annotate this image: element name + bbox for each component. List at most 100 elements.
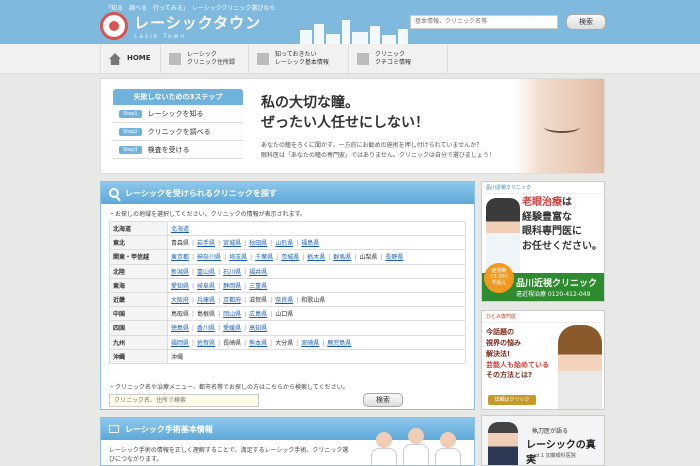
region-row: 北海道 北海道 [109,220,466,237]
separator: | [296,297,299,305]
nav-clinic-directory[interactable]: レーシック クリニック住所録 [160,44,248,74]
prefecture-link[interactable]: 東京都 [171,254,189,261]
clinic-search-button[interactable]: 検索 [363,393,403,407]
clinic-finder-panel: レーシックを受けられるクリニックを探す ・お探しの地域を選択してください。クリニ… [100,181,475,410]
prefecture-link[interactable]: 岩手県 [197,240,215,247]
separator: | [192,311,195,319]
prefecture-label: 和歌山県 [301,297,326,305]
site-tagline: 「知る 調べる 行ってみる」 レーシッククリニック選びなら [105,5,276,12]
shinagawa-clinic-ad[interactable]: 品川近視クリニック 老眼治療は 経験豊富な 眼科専門医に お任せください。 品川… [481,181,605,302]
prefecture-link[interactable]: 愛知県 [171,283,189,290]
prefecture-link[interactable]: 群馬県 [333,254,351,261]
prefecture-link[interactable]: 長野県 [385,254,403,261]
ad3-volume: vol.1 加藤眼科医院 [532,453,576,459]
prefecture-link[interactable]: 千葉県 [255,254,273,261]
prefecture-link[interactable]: 京都府 [223,297,241,304]
region-prefectures: 福岡県 | 佐賀県 | 長崎県 | 熊本県 | 大分県 | 宮崎県 | 鹿児島県 [167,334,466,350]
nav-home[interactable]: HOME [100,44,160,74]
region-prefectures: 大阪府 | 兵庫県 | 京都府 | 滋賀県 | 奈良県 | 和歌山県 [167,291,466,308]
ad1-line4: お任せください。 [522,240,602,252]
prefecture-link[interactable]: 静岡県 [223,283,241,290]
separator: | [192,297,195,305]
prefecture-link[interactable]: 大阪府 [171,297,189,304]
clinic-search-input[interactable] [109,394,259,407]
prefecture-link[interactable]: 石川県 [223,269,241,276]
woman-photo [558,325,602,409]
prefecture-label: 青森県 [171,240,190,248]
region-row: 関東・甲信越 東京都 | 神奈川県 | 埼玉県 | 千葉県 | 茨城県 | 栃木県 | 群馬県 | 山梨県 | 長… [109,249,466,265]
prefecture-link[interactable]: 山形県 [275,240,293,247]
nav-reviews[interactable]: クリニック クチコミ情報 [348,44,448,74]
prefecture-link[interactable]: 三重県 [249,283,267,290]
prefecture-link[interactable]: 岐阜県 [197,283,215,290]
separator: | [244,325,247,333]
header-search-button[interactable]: 検索 [566,14,606,30]
step-3[interactable]: Step3 検査を受ける [113,141,243,159]
separator: | [218,311,221,319]
nav-basic-info[interactable]: 知っておきたい レーシック基本情報 [248,44,348,74]
ad1-phone: 遠近視治療 0120-412-049 [516,291,591,298]
prefecture-link[interactable]: 栃木県 [307,254,325,261]
step-2[interactable]: Step2 クリニックを調べる [113,123,243,141]
prefecture-link[interactable]: 奈良県 [275,297,293,304]
region-name: 北海道 [109,220,168,237]
prefecture-link[interactable]: 岡山県 [223,311,241,318]
prefecture-link[interactable]: 香川県 [197,325,215,332]
region-row: 四国 徳島県 | 香川県 | 愛媛県 | 高知県 [109,320,466,336]
prefecture-link[interactable]: 高知県 [249,325,267,332]
prefecture-label: 沖縄 [171,353,184,361]
region-row: 沖縄 沖縄 [109,348,466,364]
prefecture-link[interactable]: 鹿児島県 [327,340,351,347]
separator: | [192,240,195,248]
prefecture-link[interactable]: 埼玉県 [229,254,247,261]
search-icon [109,188,119,198]
prefecture-link[interactable]: 福島県 [301,240,319,247]
prefecture-link[interactable]: 神奈川県 [197,254,221,261]
region-name: 中国 [109,306,168,322]
region-prefectures: 沖縄 [167,348,466,364]
prefecture-link[interactable]: 新潟県 [171,269,189,276]
ad2-detail-button[interactable]: 詳細はクリック [488,395,536,405]
ad1-cases-badge: 症例数 13,000 件超え [484,263,514,293]
prefecture-link[interactable]: 富山県 [197,269,215,276]
prefecture-link[interactable]: 福井県 [249,269,267,276]
ad1-line1: 老眼治療 [522,197,562,208]
prefecture-link[interactable]: 愛媛県 [223,325,241,332]
prefecture-link[interactable]: 兵庫県 [197,297,215,304]
eye-store-ad[interactable]: ひとみ専門店 今話題の 視界の悩み 解決法! 芸能人も始めている その方法とは?… [481,310,605,410]
hero-desc-line2: 眼科医は「あなたの瞳の専門家」ではありません。クリニックは自分で選びましょう！ [261,151,495,159]
site-logo[interactable]: レーシックタウン Lasik Town [100,12,261,40]
header-search-input[interactable] [410,15,558,29]
ad2-copy3: 解決法! [486,349,511,358]
surgery-info-title: レーシック手術基本情報 [125,424,213,434]
region-name: 九州 [109,334,168,350]
separator: | [302,254,305,262]
region-name: 近畿 [109,291,168,308]
surgery-info-text: レーシック手術の情報を正しく理解することで、満足するレーシック手術、クリニック選… [109,447,349,463]
prefecture-link[interactable]: 熊本県 [249,340,267,347]
region-prefectures: 愛知県 | 岐阜県 | 静岡県 | 三重県 [167,277,466,293]
separator: | [296,240,299,248]
prefecture-link[interactable]: 北海道 [171,226,189,233]
eye-logo-icon [100,12,128,40]
region-row: 東北 青森県 | 岩手県 | 宮城県 | 秋田県 | 山形県 | 福島県 [109,235,466,251]
prefecture-link[interactable]: 宮崎県 [301,340,319,347]
nav-basic-info-label: 知っておきたい レーシック基本情報 [275,50,329,66]
separator: | [192,282,195,290]
prefecture-link[interactable]: 福岡県 [171,340,189,347]
prefecture-link[interactable]: 佐賀県 [197,340,215,347]
separator: | [354,254,357,262]
prefecture-link[interactable]: 秋田県 [249,240,267,247]
prefecture-link[interactable]: 徳島県 [171,325,189,332]
prefecture-link[interactable]: 宮城県 [223,240,241,247]
separator: | [270,339,273,347]
step-1[interactable]: Step1 レーシックを知る [113,105,243,123]
nav-reviews-label: クリニック クチコミ情報 [375,50,412,66]
separator: | [192,254,195,262]
separator: | [270,311,273,319]
prefecture-link[interactable]: 茨城県 [281,254,299,261]
region-name: 沖縄 [109,348,168,364]
surgeon-interview-ad[interactable]: 執刀医が語る レーシックの真実 vol.1 加藤眼科医院 [481,415,605,466]
prefecture-link[interactable]: 広島県 [249,311,267,318]
region-row: 近畿 大阪府 | 兵庫県 | 京都府 | 滋賀県 | 奈良県 | 和歌山県 [109,291,466,308]
